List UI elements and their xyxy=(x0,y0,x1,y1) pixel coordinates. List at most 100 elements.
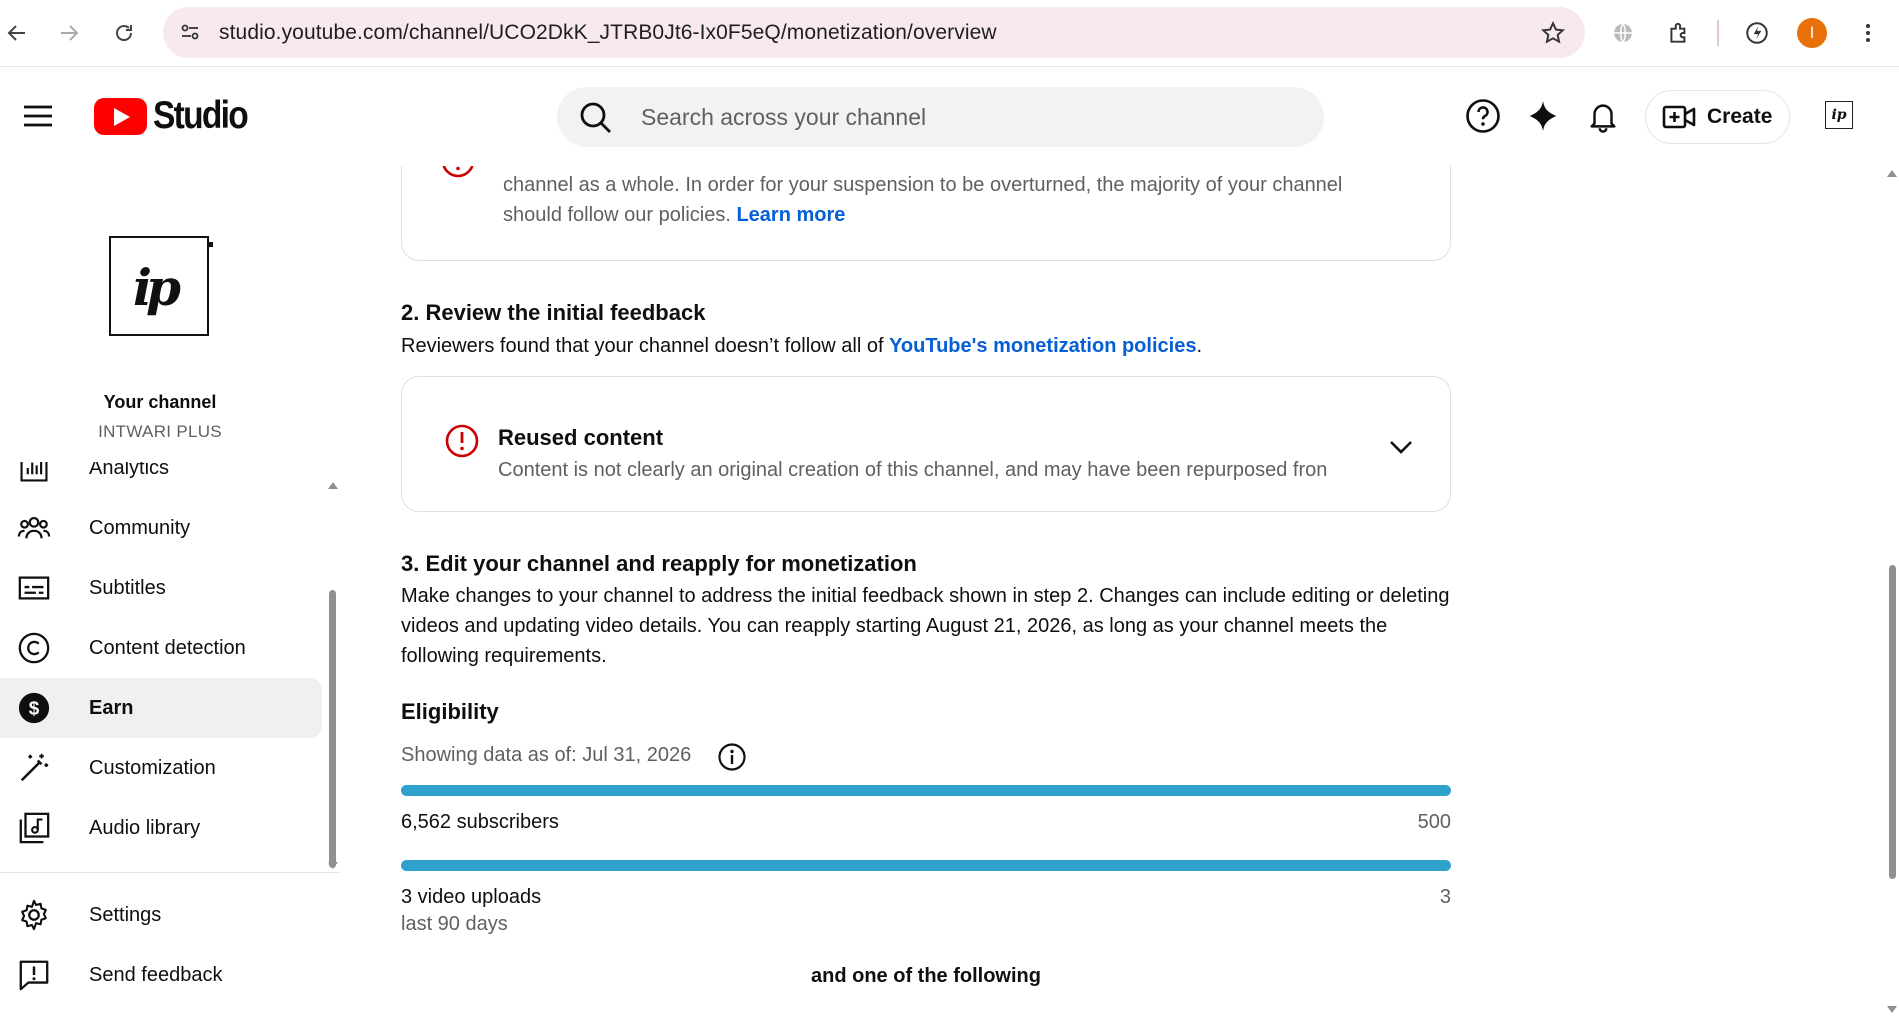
browser-toolbar: studio.youtube.com/channel/UCO2DkK_JTRB0… xyxy=(0,0,1899,67)
subscribers-label: 6,562 subscribers xyxy=(401,811,559,833)
sidebar-item-analytics[interactable]: Analytics xyxy=(0,462,322,498)
logo-text: Studio xyxy=(153,94,249,137)
address-bar[interactable]: studio.youtube.com/channel/UCO2DkK_JTRB0… xyxy=(163,7,1585,58)
back-button[interactable] xyxy=(1,17,33,49)
audio-library-icon xyxy=(16,810,52,846)
copyright-icon xyxy=(16,630,52,666)
reused-content-title: Reused content xyxy=(498,425,664,450)
alert-icon xyxy=(445,424,479,458)
gear-icon xyxy=(16,897,52,933)
translate-globe-icon[interactable] xyxy=(1607,17,1639,49)
data-as-of-text: Showing data as of: Jul 31, 2026 xyxy=(401,744,692,766)
sparkle-icon xyxy=(1529,100,1557,132)
sidebar-item-label: Community xyxy=(89,516,191,539)
create-button[interactable]: Create xyxy=(1645,90,1790,144)
search-input[interactable] xyxy=(641,99,1281,135)
one-of-following-text: and one of the following xyxy=(811,965,1041,987)
help-icon xyxy=(1466,99,1500,133)
more-vert-icon[interactable] xyxy=(1852,17,1884,49)
reused-content-card[interactable]: Reused content Content is not clearly an… xyxy=(401,376,1451,512)
sidebar-item-content-detection[interactable]: Content detection xyxy=(0,618,322,678)
sidebar-item-label: Settings xyxy=(89,903,162,926)
help-button[interactable] xyxy=(1463,96,1503,136)
analytics-icon xyxy=(16,462,52,486)
subscribers-progress-bar xyxy=(401,785,1451,796)
dollar-icon: $ xyxy=(16,690,52,726)
reused-content-description: Content is not clearly an original creat… xyxy=(498,459,1328,481)
step2-body-prefix: Reviewers found that your channel doesn’… xyxy=(401,335,890,357)
avatar-dot xyxy=(208,242,213,247)
forward-button[interactable] xyxy=(53,17,85,49)
sidebar-item-subtitles[interactable]: Subtitles xyxy=(0,558,322,618)
sidebar-divider xyxy=(0,872,340,873)
step2-title: 2. Review the initial feedback xyxy=(401,300,706,325)
sidebar-scroll-down[interactable] xyxy=(328,862,338,869)
step3-body: Make changes to your channel to address … xyxy=(401,585,1450,667)
search-icon[interactable] xyxy=(579,101,613,135)
svg-text:$: $ xyxy=(29,699,40,720)
ai-sparkle-button[interactable] xyxy=(1523,96,1563,136)
page-scrollbar-thumb[interactable] xyxy=(1889,565,1896,879)
reload-button[interactable] xyxy=(108,17,140,49)
step2-body-suffix: . xyxy=(1196,335,1202,357)
learn-more-link[interactable]: Learn more xyxy=(736,204,845,226)
community-icon xyxy=(16,510,52,546)
menu-button[interactable] xyxy=(18,96,58,136)
subscribers-target: 500 xyxy=(1417,811,1451,833)
youtube-play-icon xyxy=(94,97,147,135)
sidebar-item-earn[interactable]: $ Earn xyxy=(0,678,322,738)
sidebar-scroll-up[interactable] xyxy=(328,482,338,489)
sidebar-item-send-feedback[interactable]: Send feedback xyxy=(0,945,322,1005)
alert-icon xyxy=(442,166,474,178)
create-label: Create xyxy=(1707,105,1773,128)
notifications-button[interactable] xyxy=(1583,96,1623,136)
sidebar-item-label: Content detection xyxy=(89,636,246,659)
account-avatar[interactable]: ip xyxy=(1825,101,1853,129)
sidebar-item-community[interactable]: Community xyxy=(0,498,322,558)
create-video-icon xyxy=(1662,105,1696,129)
sidebar-item-label: Subtitles xyxy=(89,576,166,599)
chevron-down-icon[interactable] xyxy=(1385,431,1417,463)
performance-icon[interactable] xyxy=(1741,17,1773,49)
uploads-progress-bar xyxy=(401,860,1451,871)
bell-icon xyxy=(1590,104,1616,133)
sidebar: ip Your channel INTWARI PLUS Analytics C… xyxy=(0,166,340,1017)
channel-avatar[interactable]: ip xyxy=(109,236,213,336)
uploads-sublabel: last 90 days xyxy=(401,913,508,935)
profile-avatar[interactable]: I xyxy=(1797,18,1827,48)
site-info-icon[interactable] xyxy=(175,17,205,47)
sidebar-item-settings[interactable]: Settings xyxy=(0,885,322,945)
uploads-label: 3 video uploads xyxy=(401,886,542,908)
hamburger-icon xyxy=(24,105,52,127)
sidebar-item-label: Customization xyxy=(89,756,216,779)
url-text[interactable]: studio.youtube.com/channel/UCO2DkK_JTRB0… xyxy=(219,21,997,45)
page-scroll-up[interactable] xyxy=(1887,170,1897,177)
sidebar-item-label: Earn xyxy=(89,696,134,719)
sidebar-item-audio-library[interactable]: Audio library xyxy=(0,798,322,858)
sidebar-scrollbar[interactable] xyxy=(329,590,336,868)
studio-header: Studio Create ip xyxy=(0,68,1899,166)
suspension-text-line2: should follow our policies. Learn more xyxy=(503,200,845,230)
monetization-policies-link[interactable]: YouTube's monetization policies xyxy=(889,335,1196,357)
channel-name: INTWARI PLUS xyxy=(98,422,222,441)
sidebar-item-label: Audio library xyxy=(89,816,201,839)
page-scroll-down[interactable] xyxy=(1887,1006,1897,1013)
channel-avatar-logo: ip xyxy=(133,258,181,317)
reload-icon xyxy=(116,25,132,41)
eligibility-title: Eligibility xyxy=(401,699,499,724)
magic-wand-icon xyxy=(16,750,52,786)
forward-arrow-icon xyxy=(61,25,79,41)
step2-body: Reviewers found that your channel doesn’… xyxy=(401,331,1461,361)
info-icon[interactable] xyxy=(717,742,747,772)
studio-logo[interactable]: Studio xyxy=(94,94,262,138)
bookmark-star-icon[interactable] xyxy=(1539,19,1567,47)
feedback-icon xyxy=(16,957,52,993)
sidebar-item-label: Send feedback xyxy=(89,963,223,986)
sidebar-item-customization[interactable]: Customization xyxy=(0,738,322,798)
suspension-text-line1: channel as a whole. In order for your su… xyxy=(503,174,1343,196)
step3-title: 3. Edit your channel and reapply for mon… xyxy=(401,551,917,576)
your-channel-label: Your channel xyxy=(103,392,217,412)
search-box[interactable] xyxy=(557,87,1324,147)
extensions-puzzle-icon[interactable] xyxy=(1663,17,1695,49)
uploads-target: 3 xyxy=(1439,886,1451,908)
